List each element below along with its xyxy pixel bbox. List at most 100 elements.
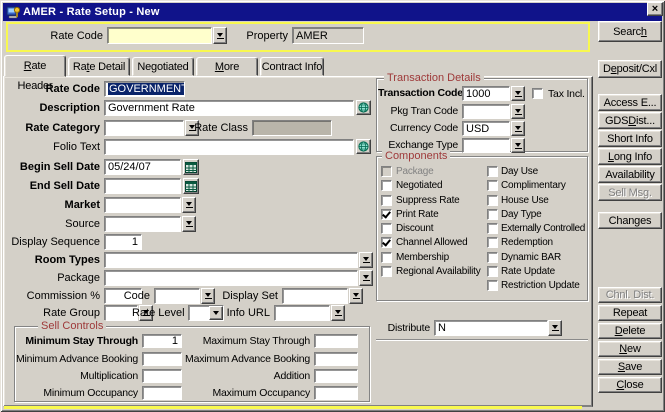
save-button[interactable]: Save <box>598 359 662 375</box>
checkbox-regional-availability[interactable] <box>381 266 392 277</box>
checkbox-channel-allowed[interactable] <box>381 237 392 248</box>
checkbox-suppress-rate-label: Suppress Rate <box>396 195 460 207</box>
tax-incl-checkbox[interactable] <box>532 88 543 99</box>
checkbox-house-use[interactable] <box>487 195 498 206</box>
max-advance-booking-input[interactable] <box>314 352 358 366</box>
checkbox-redemption-label: Redemption <box>501 237 553 249</box>
min-stay-through-input[interactable]: 1 <box>142 334 182 348</box>
distribute-label: Distribute <box>376 320 430 336</box>
min-advance-booking-label: Minimum Advance Booking <box>10 352 138 366</box>
checkbox-externally-controlled[interactable] <box>487 223 498 234</box>
commission-pct-label: Commission % <box>0 288 100 304</box>
info-url-input[interactable] <box>274 305 330 321</box>
checkbox-dynamic-bar[interactable] <box>487 252 498 263</box>
checkbox-complimentary[interactable] <box>487 180 498 191</box>
commission-code-label: Code <box>118 288 150 304</box>
addition-input[interactable] <box>314 369 358 383</box>
tab-rate-header[interactable]: Rate Header <box>4 55 66 77</box>
checkbox-discount[interactable] <box>381 223 392 234</box>
close-icon[interactable]: × <box>647 2 663 16</box>
checkbox-negotiated[interactable] <box>381 180 392 191</box>
min-advance-booking-input[interactable] <box>142 352 182 366</box>
tab-more[interactable]: More <box>196 57 258 76</box>
room-types-dropdown-button[interactable] <box>359 252 373 268</box>
source-dropdown-button[interactable] <box>182 216 196 232</box>
source-label: Source <box>0 216 100 232</box>
transaction-code-input[interactable]: 1000 <box>462 86 510 101</box>
description-input[interactable]: Government Rate <box>104 100 354 116</box>
max-stay-through-input[interactable] <box>314 334 358 348</box>
checkbox-day-type[interactable] <box>487 209 498 220</box>
begin-sell-date-input[interactable]: 05/24/07 <box>104 159 181 175</box>
pkg-tran-code-input[interactable] <box>462 104 510 119</box>
min-occupancy-input[interactable] <box>142 386 182 400</box>
checkbox-regional-availability-label: Regional Availability <box>396 266 481 278</box>
selected-text: GOVERNMENT <box>108 83 185 95</box>
checkbox-suppress-rate[interactable] <box>381 195 392 206</box>
folio-text-translate-button[interactable] <box>356 139 371 154</box>
availability-button[interactable]: Availability <box>598 166 662 183</box>
pkg-tran-code-dropdown-button[interactable] <box>511 104 525 119</box>
short-info-button[interactable]: Short Info <box>598 130 662 147</box>
checkbox-house-use-label: House Use <box>501 195 549 207</box>
end-sell-date-calendar-button[interactable] <box>183 178 199 194</box>
display-set-dropdown-button[interactable] <box>349 288 363 304</box>
begin-sell-date-calendar-button[interactable] <box>183 159 199 175</box>
search-button[interactable]: Search <box>598 21 662 42</box>
package-input[interactable] <box>104 270 358 286</box>
currency-code-dropdown-button[interactable] <box>511 121 525 136</box>
delete-button[interactable]: Delete <box>598 323 662 339</box>
gds-dist-button[interactable]: GDS Dist... <box>598 112 662 129</box>
folio-text-input[interactable] <box>104 139 354 155</box>
new-button[interactable]: New <box>598 341 662 357</box>
checkbox-membership[interactable] <box>381 252 392 263</box>
market-input[interactable] <box>104 197 181 213</box>
distribute-input[interactable]: N <box>434 320 548 336</box>
sell-controls-title: Sell Controls <box>38 320 106 332</box>
transaction-code-dropdown-button[interactable] <box>511 86 525 101</box>
package-dropdown-button[interactable] <box>359 270 373 286</box>
rate-code-input[interactable]: GOVERNMENT <box>104 81 185 97</box>
tab-rate-detail[interactable]: Rate Detail <box>68 57 130 76</box>
folio-text-label: Folio Text <box>0 139 100 155</box>
room-types-input[interactable] <box>104 252 358 268</box>
checkbox-day-use[interactable] <box>487 166 498 177</box>
repeat-button[interactable]: Repeat <box>598 305 662 321</box>
checkbox-rate-update[interactable] <box>487 266 498 277</box>
info-url-label: Info URL <box>226 305 270 321</box>
market-dropdown-button[interactable] <box>182 197 196 213</box>
close-button[interactable]: Close <box>598 377 662 393</box>
source-input[interactable] <box>104 216 181 232</box>
title-bar[interactable]: AMER - Rate Setup - New <box>3 3 662 21</box>
rate-level-combo-arrow-button[interactable] <box>209 306 223 320</box>
exchange-type-input[interactable] <box>462 138 510 153</box>
rate-category-input[interactable] <box>104 120 184 136</box>
checkbox-restriction-update[interactable] <box>487 280 498 291</box>
exchange-type-dropdown-button[interactable] <box>511 138 525 153</box>
end-sell-date-input[interactable] <box>104 178 181 194</box>
panel-bottom-border <box>4 406 582 409</box>
tab-contract-info[interactable]: Contract Info <box>260 57 324 76</box>
checkbox-print-rate[interactable] <box>381 209 392 220</box>
multiplication-input[interactable] <box>142 369 182 383</box>
access-exceptions-button[interactable]: Access E... <box>598 94 662 111</box>
display-sequence-input[interactable]: 1 <box>104 234 142 250</box>
currency-code-input[interactable]: USD <box>462 121 510 136</box>
header-rate-code-input[interactable] <box>107 27 212 44</box>
property-field: AMER <box>292 27 364 44</box>
max-occupancy-input[interactable] <box>314 386 358 400</box>
long-info-button[interactable]: Long Info <box>598 148 662 165</box>
checkbox-redemption[interactable] <box>487 237 498 248</box>
display-set-input[interactable] <box>282 288 348 304</box>
description-translate-button[interactable] <box>356 100 371 115</box>
info-url-dropdown-button[interactable] <box>331 305 345 321</box>
rate-setup-window: AMER - Rate Setup - New × Rate Code Prop… <box>0 0 665 412</box>
changes-button[interactable]: Changes <box>598 212 662 229</box>
header-rate-code-label: Rate Code <box>20 28 103 44</box>
commission-code-input[interactable] <box>154 288 200 304</box>
deposit-cxl-button[interactable]: Deposit/Cxl <box>598 60 662 78</box>
distribute-dropdown-button[interactable] <box>548 320 562 336</box>
tab-negotiated[interactable]: Negotiated <box>132 57 194 76</box>
max-advance-booking-label: Maximum Advance Booking <box>180 352 310 366</box>
commission-code-dropdown-button[interactable] <box>201 288 215 304</box>
